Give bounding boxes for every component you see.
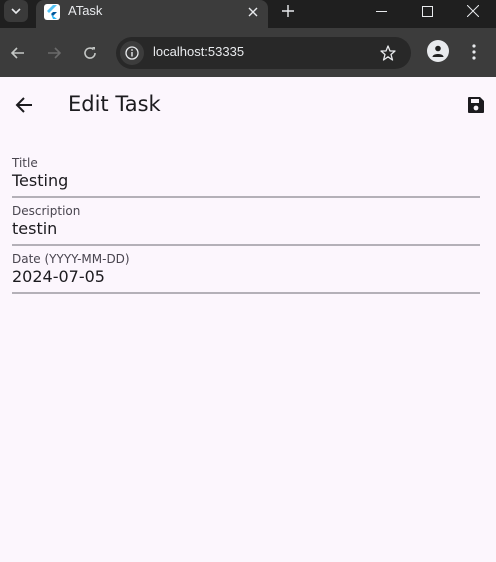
plus-icon <box>282 5 294 17</box>
tab-search-icon <box>11 8 21 15</box>
browser-menu-button[interactable] <box>462 40 486 64</box>
title-field[interactable]: Title Testing <box>12 154 480 198</box>
forward-arrow-icon <box>48 47 61 59</box>
app-content: Edit Task Title Testing Description test… <box>0 77 496 562</box>
back-arrow-icon <box>11 47 24 59</box>
date-field-label: Date (YYYY-MM-DD) <box>12 252 130 266</box>
window-close-button[interactable] <box>450 0 496 22</box>
minimize-button[interactable] <box>358 0 404 22</box>
app-bar: Edit Task <box>0 77 496 133</box>
profile-button[interactable] <box>427 40 449 62</box>
reload-icon <box>84 47 96 59</box>
browser-tab[interactable]: ATask <box>36 0 268 28</box>
back-button[interactable] <box>10 91 38 119</box>
title-field-label: Title <box>12 156 38 170</box>
back-arrow-icon <box>15 97 32 113</box>
profile-icon <box>432 45 444 57</box>
minimize-icon <box>375 10 387 12</box>
reload-button[interactable] <box>77 40 103 66</box>
window-close-icon <box>467 5 479 17</box>
title-input[interactable]: Testing <box>12 171 480 190</box>
tab-search-button[interactable] <box>4 0 28 22</box>
maximize-icon <box>421 5 433 17</box>
tab-title: ATask <box>68 3 103 18</box>
maximize-button[interactable] <box>404 0 450 22</box>
close-icon <box>248 7 258 17</box>
date-input[interactable]: 2024-07-05 <box>12 267 480 286</box>
tab-close-button[interactable] <box>244 3 262 21</box>
site-info-button[interactable] <box>120 41 144 65</box>
url-text: localhost:53335 <box>153 44 245 59</box>
page-title: Edit Task <box>68 92 161 116</box>
more-vert-icon <box>472 44 476 60</box>
save-button[interactable] <box>462 91 490 119</box>
date-field[interactable]: Date (YYYY-MM-DD) 2024-07-05 <box>12 250 480 294</box>
browser-toolbar: localhost:53335 <box>0 28 496 77</box>
tab-strip: ATask <box>0 0 496 28</box>
description-field-label: Description <box>12 204 81 218</box>
forward-nav-button[interactable] <box>41 40 67 66</box>
star-icon <box>380 45 396 61</box>
bookmark-button[interactable] <box>376 41 400 65</box>
back-nav-button[interactable] <box>5 40 31 66</box>
site-info-icon <box>125 46 139 60</box>
description-field[interactable]: Description testin <box>12 202 480 246</box>
save-icon <box>468 97 484 113</box>
browser-chrome: ATask localhost:53335 <box>0 0 496 77</box>
flutter-icon <box>44 4 60 20</box>
description-input[interactable]: testin <box>12 219 480 238</box>
new-tab-button[interactable] <box>276 0 300 22</box>
address-bar[interactable]: localhost:53335 <box>116 37 411 69</box>
